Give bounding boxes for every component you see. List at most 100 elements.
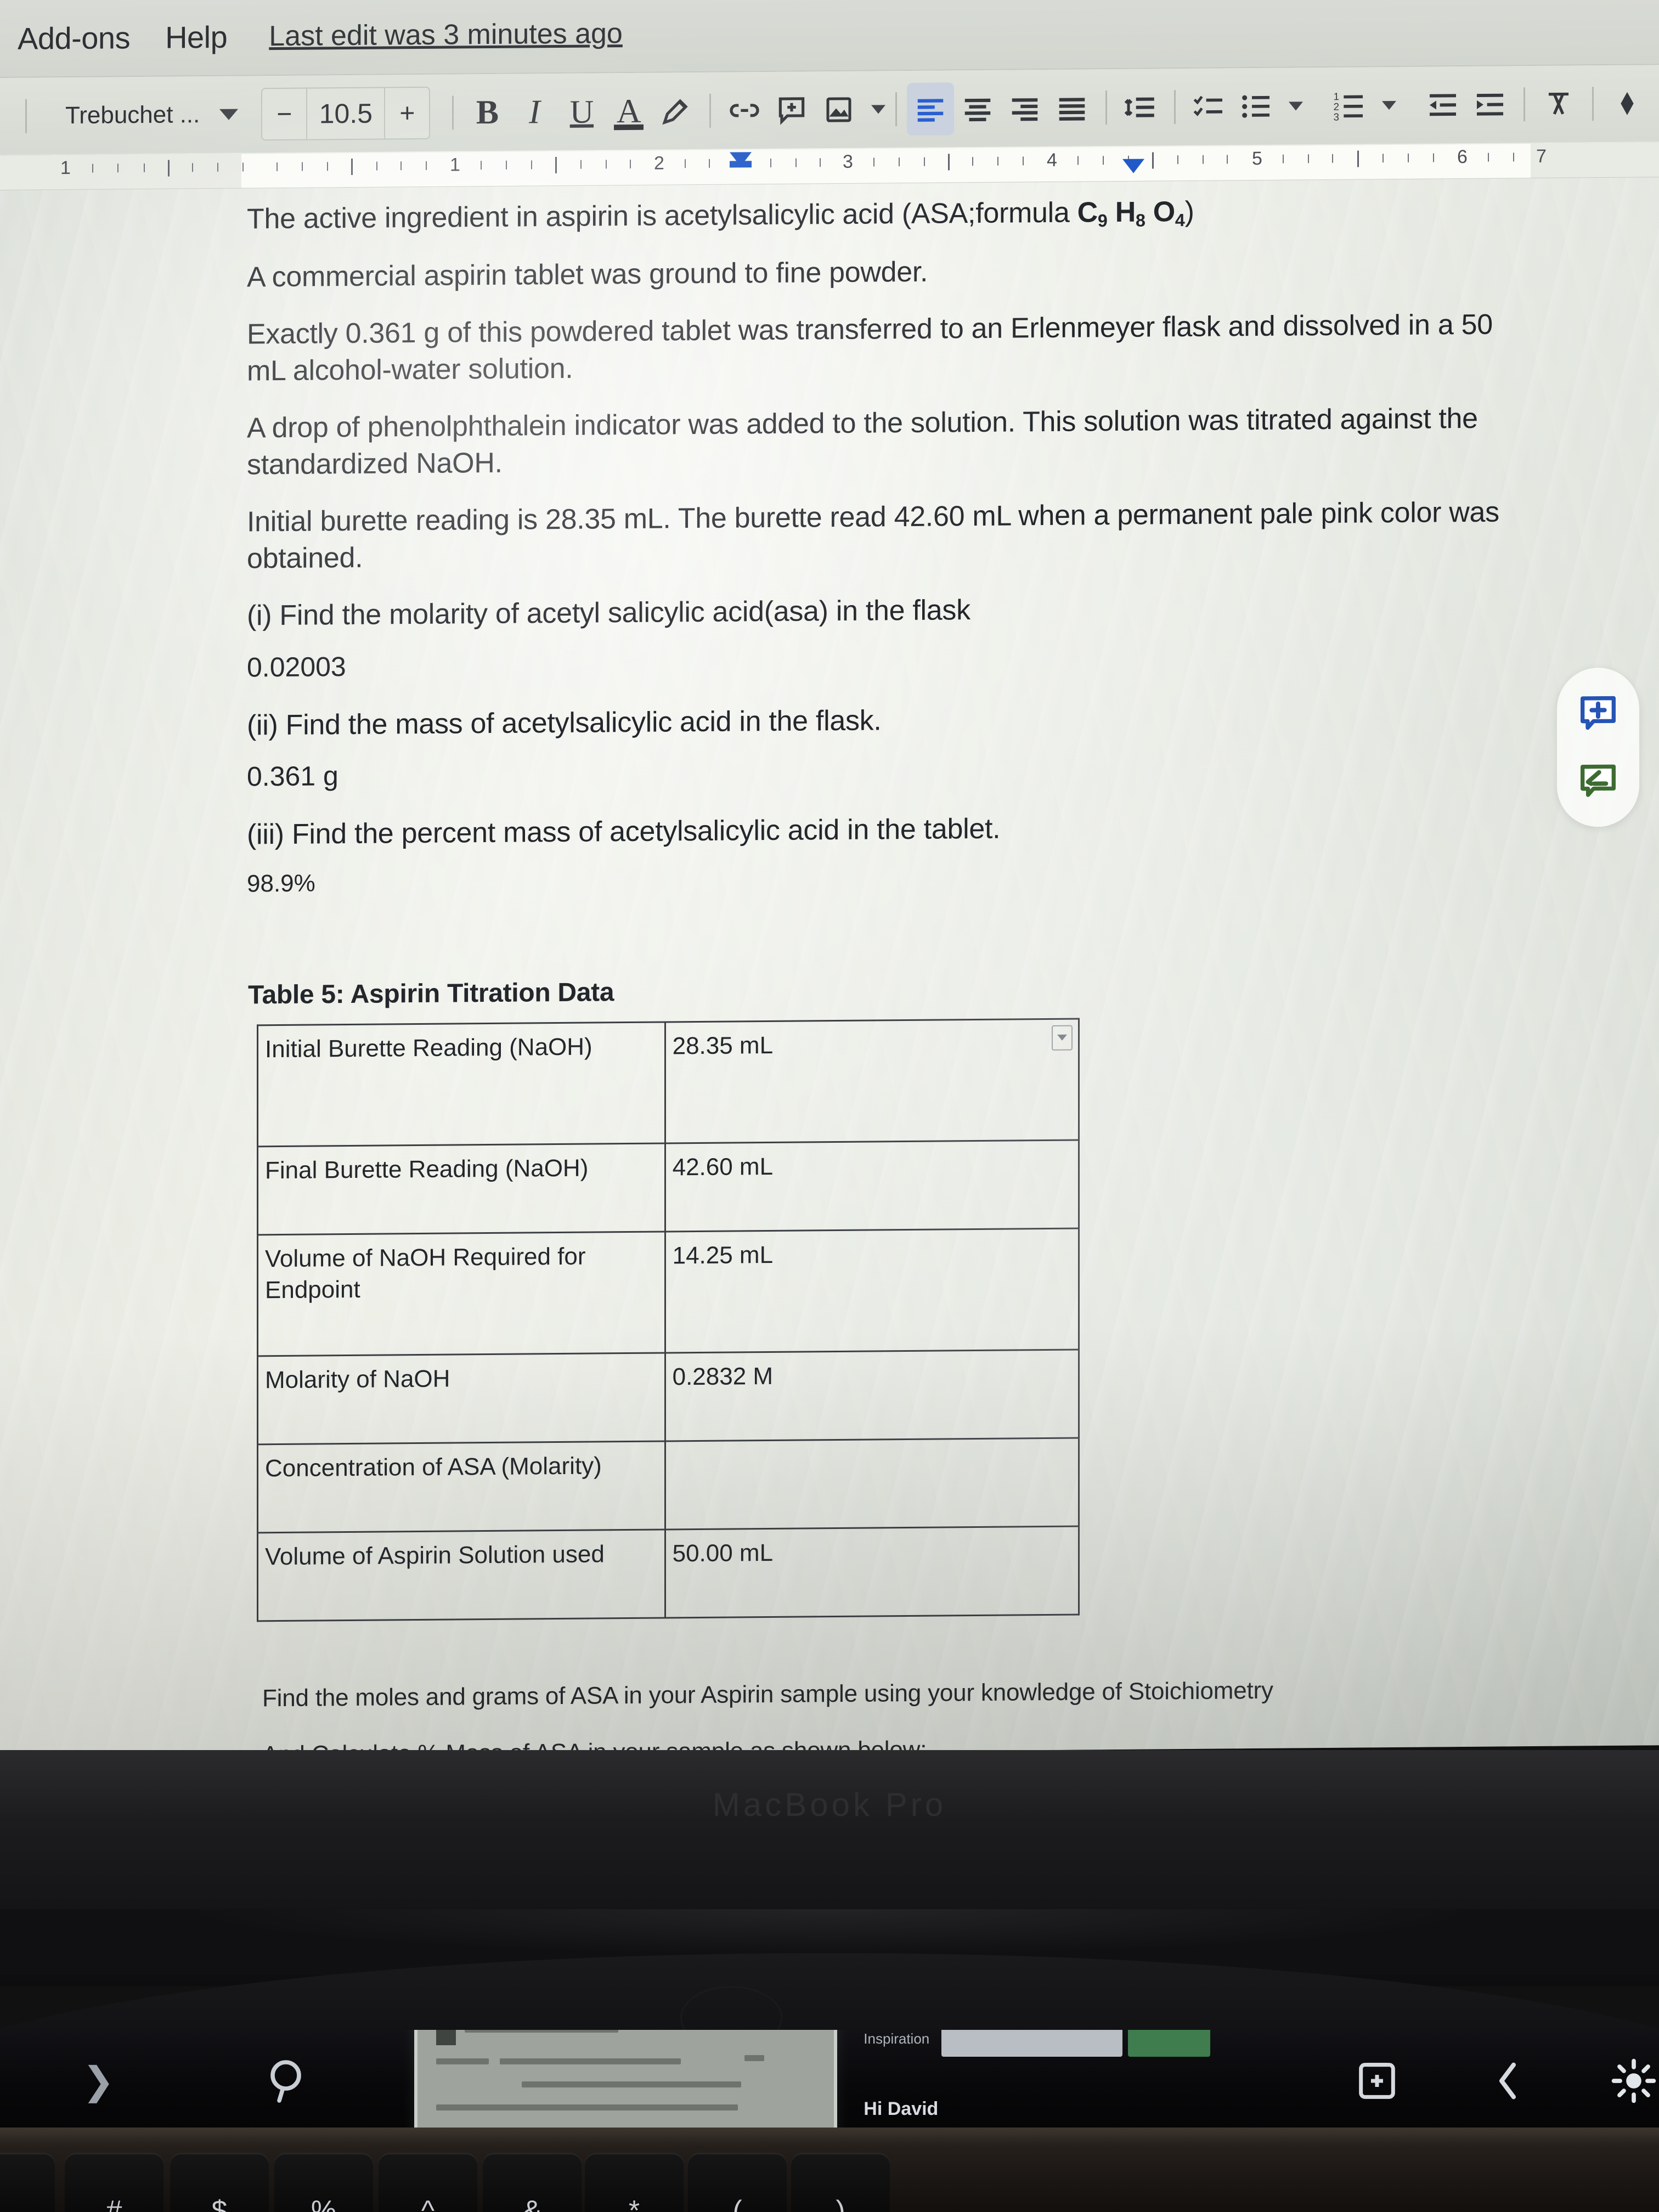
suggest-edit-icon[interactable]: [1573, 755, 1623, 806]
indent-marker[interactable]: [730, 152, 752, 168]
table-cell-value[interactable]: 0.2832 M: [665, 1349, 1079, 1441]
chevron-down-icon[interactable]: [1289, 101, 1304, 111]
decrease-font-size-button[interactable]: −: [262, 88, 308, 140]
toolbar-divider: [895, 92, 898, 127]
font-size-input[interactable]: 10.5: [307, 88, 386, 139]
editing-mode-icon[interactable]: [1604, 77, 1651, 130]
underline-button[interactable]: U: [558, 85, 605, 138]
font-family-selector[interactable]: Trebuchet ...: [65, 101, 200, 129]
volume-icon[interactable]: [1483, 2057, 1532, 2105]
increase-font-size-button[interactable]: +: [385, 88, 429, 139]
align-justify-icon[interactable]: [1048, 81, 1096, 134]
key-paren-close[interactable]: ): [791, 2153, 890, 2212]
touchbar-expand-icon[interactable]: ❯: [82, 2058, 115, 2103]
add-comment-icon[interactable]: [768, 83, 815, 137]
paragraph-mass: Exactly 0.361 g of this powdered tablet …: [247, 308, 1493, 387]
align-right-icon[interactable]: [1001, 82, 1048, 135]
toolbar-divider: [1105, 91, 1108, 125]
document-body[interactable]: The active ingredient in aspirin is acet…: [247, 191, 1503, 1852]
paragraph-indicator: A drop of phenolphthalein indicator was …: [247, 402, 1478, 481]
table-cell-value[interactable]: 50.00 mL: [665, 1526, 1079, 1618]
toolbar-divider: [1174, 90, 1176, 125]
toolbar-divider: [1523, 87, 1526, 122]
paragraph-intro: The active ingredient in aspirin is acet…: [247, 195, 1194, 235]
table-row[interactable]: Volume of Aspirin Solution used 50.00 mL: [257, 1526, 1079, 1621]
table-cell-value[interactable]: 28.35 mL: [665, 1018, 1079, 1143]
bold-button[interactable]: B: [464, 86, 511, 139]
toolbar-divider: [1592, 87, 1594, 121]
question-iii: (iii) Find the percent mass of acetylsal…: [247, 812, 1001, 851]
toolbar-divider: [452, 95, 454, 130]
titration-data-table[interactable]: Initial Burette Reading (NaOH) 28.35 mL …: [257, 1018, 1080, 1622]
key-asterisk[interactable]: *: [585, 2153, 684, 2212]
table-row[interactable]: Final Burette Reading (NaOH) 42.60 mL: [257, 1139, 1079, 1235]
key-hash[interactable]: #: [65, 2153, 163, 2212]
table-cell-label[interactable]: Final Burette Reading (NaOH): [257, 1143, 665, 1235]
add-comment-icon[interactable]: [1573, 688, 1623, 739]
question-i: (i) Find the molarity of acetyl salicyli…: [247, 594, 970, 632]
key-ampersand[interactable]: &: [483, 2153, 582, 2212]
table-cell-label[interactable]: Volume of Aspirin Solution used: [257, 1529, 665, 1621]
chevron-down-icon[interactable]: [871, 105, 886, 114]
highlight-pen-icon[interactable]: [652, 84, 699, 138]
table-row[interactable]: Molarity of NaOH 0.2832 M: [257, 1349, 1079, 1444]
table-cell-label[interactable]: Concentration of ASA (Molarity): [257, 1441, 665, 1533]
formatting-toolbar: Trebuchet ... − 10.5 + B I U A 1 2 3: [0, 65, 1659, 155]
touchbar-document-preview[interactable]: [414, 2030, 838, 2131]
table-cell-label[interactable]: Molarity of NaOH: [257, 1352, 665, 1444]
insert-image-icon[interactable]: [815, 83, 862, 137]
last-edit-status[interactable]: Last edit was 3 minutes ago: [267, 14, 625, 56]
laptop-screen: Add-ons Help Last edit was 3 minutes ago…: [0, 0, 1659, 1825]
indent-marker[interactable]: [1122, 159, 1144, 173]
bulleted-list-icon[interactable]: [1233, 80, 1280, 133]
text-color-button[interactable]: A: [605, 85, 652, 138]
table-row[interactable]: Concentration of ASA (Molarity): [257, 1437, 1079, 1533]
search-icon[interactable]: [263, 2055, 315, 2107]
paragraph-tablet: A commercial aspirin tablet was ground t…: [247, 256, 928, 294]
align-center-icon[interactable]: [954, 82, 1001, 136]
key-partial-left[interactable]: [0, 2153, 55, 2212]
touchbar-mail-preview[interactable]: Inspiration Hi David: [859, 2030, 1211, 2131]
photo-of-laptop: Add-ons Help Last edit was 3 minutes ago…: [0, 0, 1659, 2212]
touchbar-mail-greeting: Hi David: [864, 2098, 939, 2119]
key-paren-open[interactable]: (: [688, 2153, 787, 2212]
chevron-down-icon[interactable]: [219, 109, 239, 120]
checklist-icon[interactable]: [1186, 80, 1233, 133]
chemical-formula: C9 H8 O4: [1077, 196, 1185, 231]
insert-link-icon[interactable]: [721, 84, 768, 137]
decrease-indent-icon[interactable]: [1419, 78, 1466, 132]
touchbar-mail-badge: [1128, 2030, 1211, 2057]
clear-formatting-icon[interactable]: [1535, 77, 1582, 131]
answer-ii: 0.361 g: [247, 760, 338, 792]
key-dollar[interactable]: $: [170, 2153, 269, 2212]
table-cell-value[interactable]: [665, 1437, 1079, 1530]
table-row[interactable]: Initial Burette Reading (NaOH) 28.35 mL: [257, 1018, 1079, 1147]
document-page[interactable]: The active ingredient in aspirin is acet…: [66, 178, 1596, 1825]
table-row[interactable]: Volume of NaOH Required for Endpoint 14.…: [257, 1228, 1079, 1356]
font-size-stepper[interactable]: − 10.5 +: [261, 86, 431, 141]
menu-bar: Add-ons Help Last edit was 3 minutes ago: [0, 0, 1659, 78]
paragraph-burette: Initial burette reading is 28.35 mL. The…: [247, 496, 1499, 575]
keyboard-row: # $ % ^ & * ( ): [0, 2128, 1659, 2212]
italic-button[interactable]: I: [511, 86, 558, 139]
table-resize-handle[interactable]: [1052, 1025, 1073, 1051]
table-cell-text: 28.35 mL: [672, 1031, 774, 1060]
touch-bar[interactable]: ❯ Inspiration Hi David: [0, 2030, 1659, 2131]
menu-addons[interactable]: Add-ons: [3, 16, 144, 59]
macbook-brand-label: MacBook Pro: [712, 1786, 947, 1823]
chevron-down-icon[interactable]: [1382, 101, 1397, 110]
increase-indent-icon[interactable]: [1466, 78, 1514, 131]
table-cell-value[interactable]: 14.25 mL: [665, 1228, 1079, 1353]
add-comment-icon[interactable]: [1353, 2057, 1401, 2105]
menu-help[interactable]: Help: [151, 15, 241, 58]
line-spacing-icon[interactable]: [1117, 81, 1164, 134]
align-left-icon[interactable]: [907, 82, 955, 136]
key-percent[interactable]: %: [274, 2153, 373, 2212]
table-cell-label[interactable]: Initial Burette Reading (NaOH): [257, 1022, 665, 1147]
toolbar-divider: [25, 99, 27, 133]
brightness-icon[interactable]: [1609, 2056, 1659, 2106]
table-cell-value[interactable]: 42.60 mL: [665, 1139, 1079, 1232]
numbered-list-icon[interactable]: 1 2 3: [1326, 79, 1373, 132]
table-cell-label[interactable]: Volume of NaOH Required for Endpoint: [257, 1231, 665, 1356]
key-caret[interactable]: ^: [379, 2153, 477, 2212]
